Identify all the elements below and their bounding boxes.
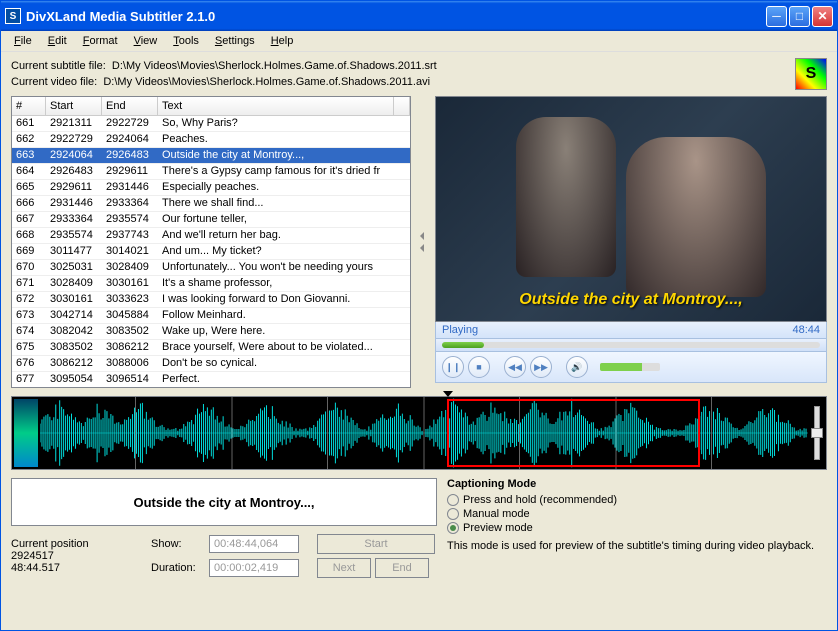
table-row[interactable]: 67130284093030161It's a shame professor, xyxy=(12,276,410,292)
stop-button[interactable]: ■ xyxy=(468,356,490,378)
table-row[interactable]: 67630862123088006Don't be so cynical. xyxy=(12,356,410,372)
menubar: FileEditFormatViewToolsSettingsHelp xyxy=(1,31,837,52)
table-row[interactable]: 67730950543096514Perfect. xyxy=(12,372,410,386)
show-time-input[interactable] xyxy=(209,535,299,553)
seek-bar[interactable] xyxy=(442,342,820,348)
video-subtitle-overlay: Outside the city at Montroy..., xyxy=(436,291,826,309)
radio-manual[interactable] xyxy=(447,508,459,520)
radio-preview[interactable] xyxy=(447,522,459,534)
table-row[interactable]: 67230301613033623I was looking forward t… xyxy=(12,292,410,308)
menu-file[interactable]: File xyxy=(7,33,39,49)
radio-press-hold-label[interactable]: Press and hold (recommended) xyxy=(463,494,617,506)
subtitle-table[interactable]: # Start End Text 66129213112922729So, Wh… xyxy=(11,96,411,388)
col-end[interactable]: End xyxy=(102,97,158,115)
table-row[interactable]: 66930114773014021And um... My ticket? xyxy=(12,244,410,260)
logo-icon: S xyxy=(795,58,827,90)
titlebar[interactable]: S DivXLand Media Subtitler 2.1.0 ─ □ ✕ xyxy=(1,1,837,31)
level-meter xyxy=(14,399,38,467)
table-row[interactable]: 67330427143045884Follow Meinhard. xyxy=(12,308,410,324)
rewind-button[interactable]: ◀◀ xyxy=(504,356,526,378)
volume-button[interactable]: 🔊 xyxy=(566,356,588,378)
table-row[interactable]: 66229227292924064Peaches. xyxy=(12,132,410,148)
subtitle-text-preview[interactable]: Outside the city at Montroy..., xyxy=(11,478,437,526)
forward-button[interactable]: ▶▶ xyxy=(530,356,552,378)
menu-tools[interactable]: Tools xyxy=(166,33,206,49)
close-button[interactable]: ✕ xyxy=(812,6,833,27)
waveform-selection[interactable] xyxy=(447,399,700,467)
col-start[interactable]: Start xyxy=(46,97,102,115)
subtitle-file-path: D:\My Videos\Movies\Sherlock.Holmes.Game… xyxy=(112,60,437,72)
end-button[interactable]: End xyxy=(375,558,429,578)
table-row[interactable]: 66829355742937743And we'll return her ba… xyxy=(12,228,410,244)
duration-input[interactable] xyxy=(209,559,299,577)
table-row[interactable]: 66529296112931446Especially peaches. xyxy=(12,180,410,196)
playback-time: 48:44 xyxy=(792,324,820,336)
start-button[interactable]: Start xyxy=(317,534,435,554)
splitter[interactable] xyxy=(419,96,427,388)
table-row[interactable]: 66129213112922729So, Why Paris? xyxy=(12,116,410,132)
video-preview[interactable]: Outside the city at Montroy..., xyxy=(435,96,827,322)
video-file-path: D:\My Videos\Movies\Sherlock.Holmes.Game… xyxy=(103,76,430,88)
maximize-button[interactable]: □ xyxy=(789,6,810,27)
waveform-panel[interactable] xyxy=(11,396,827,470)
table-row[interactable]: 67030250313028409Unfortunately... You wo… xyxy=(12,260,410,276)
subtitle-file-label: Current subtitle file: xyxy=(11,60,106,72)
app-icon: S xyxy=(5,8,21,24)
captioning-mode-title: Captioning Mode xyxy=(447,478,827,490)
radio-preview-label[interactable]: Preview mode xyxy=(463,522,533,534)
table-row[interactable]: 66729333642935574Our fortune teller, xyxy=(12,212,410,228)
table-row[interactable]: 66629314462933364There we shall find... xyxy=(12,196,410,212)
video-controls: ❙❙ ■ ◀◀ ▶▶ 🔊 xyxy=(435,352,827,383)
mode-description: This mode is used for preview of the sub… xyxy=(447,540,827,552)
zoom-slider[interactable] xyxy=(808,397,826,469)
table-row[interactable]: 66429264832929611There's a Gypsy camp fa… xyxy=(12,164,410,180)
playback-status: Playing xyxy=(442,324,478,336)
table-row[interactable]: 66329240642926483Outside the city at Mon… xyxy=(12,148,410,164)
next-button[interactable]: Next xyxy=(317,558,371,578)
volume-slider[interactable] xyxy=(600,363,660,371)
menu-help[interactable]: Help xyxy=(264,33,301,49)
col-text[interactable]: Text xyxy=(158,97,394,115)
menu-view[interactable]: View xyxy=(127,33,165,49)
window-title: DivXLand Media Subtitler 2.1.0 xyxy=(26,9,766,24)
radio-press-hold[interactable] xyxy=(447,494,459,506)
scrollbar-header xyxy=(394,97,410,115)
menu-format[interactable]: Format xyxy=(76,33,125,49)
minimize-button[interactable]: ─ xyxy=(766,6,787,27)
current-position-time: 48:44.517 xyxy=(11,562,141,574)
duration-label: Duration: xyxy=(151,562,203,574)
menu-edit[interactable]: Edit xyxy=(41,33,74,49)
show-label: Show: xyxy=(151,538,203,550)
video-file-label: Current video file: xyxy=(11,76,97,88)
current-position-frames: 2924517 xyxy=(11,550,141,562)
table-row[interactable]: 67530835023086212Brace yourself, Were ab… xyxy=(12,340,410,356)
menu-settings[interactable]: Settings xyxy=(208,33,262,49)
current-position-label: Current position xyxy=(11,538,141,550)
pause-button[interactable]: ❙❙ xyxy=(442,356,464,378)
radio-manual-label[interactable]: Manual mode xyxy=(463,508,530,520)
col-number[interactable]: # xyxy=(12,97,46,115)
table-row[interactable]: 67430820423083502Wake up, Were here. xyxy=(12,324,410,340)
